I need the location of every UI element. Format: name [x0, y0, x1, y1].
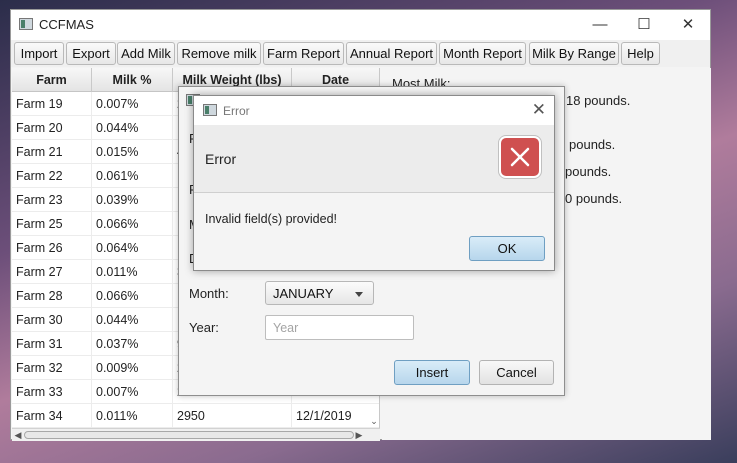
- milk-by-range-button[interactable]: Milk By Range: [529, 42, 619, 65]
- month-select-value: JANUARY: [273, 286, 334, 301]
- milk-percent-cell: 0.011%: [92, 260, 173, 284]
- scroll-left-icon[interactable]: ◀: [13, 429, 23, 441]
- add-milk-button[interactable]: Add Milk: [117, 42, 175, 65]
- month-label: Month:: [189, 286, 229, 301]
- title-bar: CCFMAS — ☐ ✕: [11, 10, 710, 40]
- milk-percent-cell: 0.009%: [92, 356, 173, 380]
- error-dialog-header: Error: [194, 125, 554, 193]
- milk-percent-cell: 0.039%: [92, 188, 173, 212]
- milk-percent-cell: 0.044%: [92, 308, 173, 332]
- date-cell: 12/1/2019: [292, 404, 379, 428]
- farm-cell: Farm 19: [12, 92, 92, 116]
- table-row[interactable]: Farm 34 0.011% 2950 12/1/2019: [12, 404, 379, 428]
- stats-line: 0 pounds.: [565, 191, 623, 206]
- insert-button[interactable]: Insert: [394, 360, 470, 385]
- milk-percent-cell: 0.015%: [92, 140, 173, 164]
- milk-percent-cell: 0.007%: [92, 380, 173, 404]
- close-button[interactable]: ✕: [665, 10, 711, 40]
- stats-line: pounds.: [565, 164, 612, 179]
- farm-cell: Farm 27: [12, 260, 92, 284]
- ok-button[interactable]: OK: [469, 236, 545, 261]
- farm-report-button[interactable]: Farm Report: [263, 42, 344, 65]
- milk-percent-cell: 0.066%: [92, 212, 173, 236]
- error-header-text: Error: [205, 151, 237, 167]
- toolbar: Import Export Add Milk Remove milk Farm …: [11, 40, 710, 67]
- error-x-icon: [501, 138, 539, 176]
- stats-line: 18 pounds.: [566, 93, 631, 108]
- farm-cell: Farm 26: [12, 236, 92, 260]
- farm-cell: Farm 23: [12, 188, 92, 212]
- scroll-right-icon[interactable]: ▶: [354, 429, 364, 441]
- milk-percent-cell: 0.037%: [92, 332, 173, 356]
- window-title: CCFMAS: [39, 17, 94, 32]
- horizontal-scrollbar[interactable]: ◀ ▶: [12, 428, 380, 441]
- month-select[interactable]: JANUARY: [265, 281, 374, 305]
- cancel-button[interactable]: Cancel: [479, 360, 554, 385]
- stats-line: pounds.: [569, 137, 616, 152]
- farm-cell: Farm 30: [12, 308, 92, 332]
- milk-percent-cell: 0.044%: [92, 116, 173, 140]
- farm-cell: Farm 21: [12, 140, 92, 164]
- dialog-app-icon: [203, 104, 217, 116]
- error-dialog-title-bar: Error ✕: [194, 96, 554, 125]
- milk-percent-cell: 0.061%: [92, 164, 173, 188]
- minimize-button[interactable]: —: [577, 10, 623, 40]
- app-icon: [19, 18, 33, 30]
- import-button[interactable]: Import: [14, 42, 64, 65]
- milk-percent-cell: 0.064%: [92, 236, 173, 260]
- farm-cell: Farm 31: [12, 332, 92, 356]
- remove-milk-button[interactable]: Remove milk: [177, 42, 261, 65]
- farm-cell: Farm 33: [12, 380, 92, 404]
- farm-cell: Farm 20: [12, 116, 92, 140]
- maximize-button[interactable]: ☐: [621, 10, 667, 40]
- farm-cell: Farm 34: [12, 404, 92, 428]
- chevron-down-icon: [355, 292, 363, 297]
- milk-percent-cell: 0.007%: [92, 92, 173, 116]
- farm-cell: Farm 28: [12, 284, 92, 308]
- milk-weight-cell: 2950: [173, 404, 292, 428]
- milk-percent-cell: 0.011%: [92, 404, 173, 428]
- scroll-down-icon[interactable]: ⌄: [369, 415, 379, 427]
- year-input[interactable]: [265, 315, 414, 340]
- error-message: Invalid field(s) provided!: [205, 212, 338, 226]
- month-report-button[interactable]: Month Report: [439, 42, 526, 65]
- scrollbar-thumb[interactable]: [24, 431, 354, 439]
- error-dialog: Error ✕ Error Invalid field(s) provided!…: [193, 95, 555, 271]
- close-icon[interactable]: ✕: [532, 100, 546, 120]
- export-button[interactable]: Export: [66, 42, 116, 65]
- milk-percent-cell: 0.066%: [92, 284, 173, 308]
- error-dialog-title: Error: [223, 104, 250, 118]
- year-label: Year:: [189, 320, 219, 335]
- column-header-farm[interactable]: Farm: [12, 68, 92, 92]
- annual-report-button[interactable]: Annual Report: [346, 42, 437, 65]
- farm-cell: Farm 32: [12, 356, 92, 380]
- farm-cell: Farm 22: [12, 164, 92, 188]
- column-header-milk-percent[interactable]: Milk %: [92, 68, 173, 92]
- farm-cell: Farm 25: [12, 212, 92, 236]
- help-button[interactable]: Help: [621, 42, 660, 65]
